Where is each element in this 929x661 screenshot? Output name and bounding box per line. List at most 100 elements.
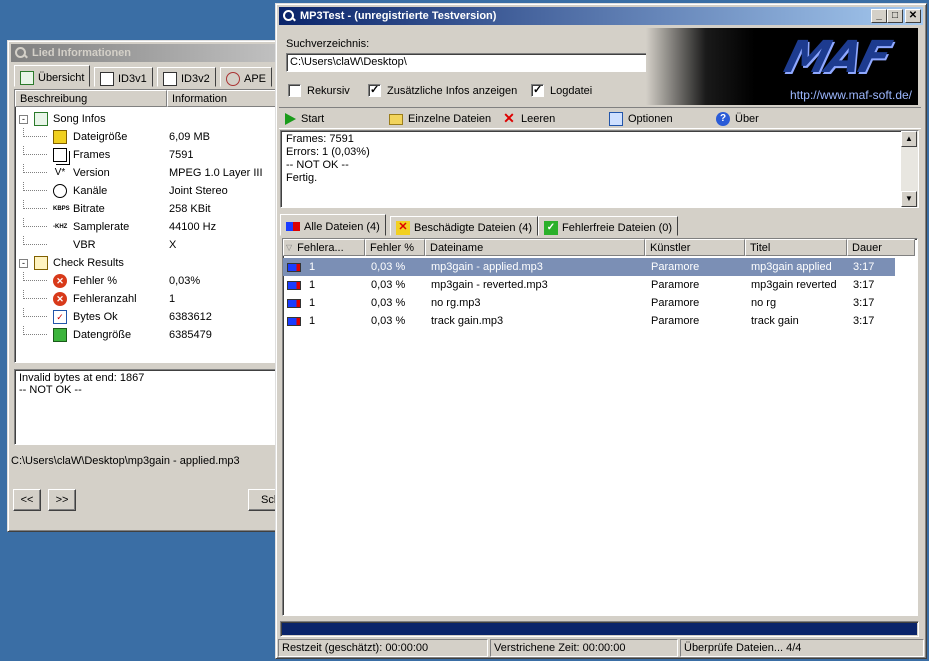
- tree-leaf[interactable]: Frames 7591: [19, 146, 277, 164]
- tab-id3v1[interactable]: ID3v1: [94, 67, 153, 87]
- column-fehler-prozent[interactable]: Fehler %: [365, 239, 425, 256]
- main-toolbar: Start Einzelne Dateien ✕ Leeren Optionen…: [279, 107, 921, 129]
- song-info-tree[interactable]: Beschreibung Information - Song Infos Da…: [14, 89, 278, 363]
- tree-leaf-value: MPEG 1.0 Layer III: [169, 167, 263, 179]
- tab-ape[interactable]: APE: [220, 67, 273, 87]
- close-window-button[interactable]: ✕: [905, 9, 921, 23]
- tree-node-check-results[interactable]: - Check Results: [19, 254, 277, 272]
- tree-connector: [23, 182, 47, 191]
- kbps-icon: KBPS: [53, 206, 70, 212]
- tree-node-song-infos[interactable]: - Song Infos: [19, 110, 277, 128]
- maf-url-link[interactable]: http://www.maf-soft.de/: [790, 88, 912, 102]
- column-fehleranzahl[interactable]: ▽ Fehlera...: [283, 239, 365, 256]
- next-button[interactable]: >>: [48, 489, 76, 511]
- file-rows: 1 0,03 % mp3gain - applied.mp3 Paramore mp3g…: [283, 258, 895, 330]
- ueber-button[interactable]: ? Über: [716, 108, 759, 130]
- column-kuenstler[interactable]: Künstler: [645, 239, 745, 256]
- minimize-button[interactable]: _: [871, 9, 887, 23]
- khz-icon: -KHZ: [53, 224, 68, 230]
- output-line: -- NOT OK --: [286, 159, 349, 171]
- tree-leaf[interactable]: Dateigröße 6,09 MB: [19, 128, 277, 146]
- tab-beschaedigte-dateien[interactable]: ✕ Beschädigte Dateien (4): [390, 216, 539, 236]
- magnifier-icon: [282, 9, 296, 23]
- logdatei-checkbox[interactable]: [531, 83, 544, 97]
- table-row[interactable]: 1 0,03 % track gain.mp3 Paramore track gain 3…: [283, 312, 895, 330]
- tree-leaf[interactable]: KBPS Bitrate 258 KBit: [19, 200, 277, 218]
- option-rekursiv[interactable]: Rekursiv: [288, 84, 350, 97]
- cell-file: no rg.mp3: [431, 297, 481, 309]
- column-dauer[interactable]: Dauer: [847, 239, 915, 256]
- tree-connector: [23, 236, 47, 245]
- cell-artist: Paramore: [651, 279, 700, 291]
- tree-leaf-value: Joint Stereo: [169, 185, 228, 197]
- option-zusaetzliche-infos[interactable]: Zusätzliche Infos anzeigen: [368, 83, 517, 97]
- column-dateiname[interactable]: Dateiname: [425, 239, 645, 256]
- clipboard-icon: [34, 256, 48, 270]
- maf-logo-banner[interactable]: MAF http://www.maf-soft.de/: [646, 28, 918, 105]
- collapse-icon[interactable]: -: [19, 258, 28, 268]
- tree-leaf[interactable]: Kanäle Joint Stereo: [19, 182, 277, 200]
- log-line: Invalid bytes at end: 1867: [19, 372, 145, 384]
- file-list[interactable]: ▽ Fehlera... Fehler % Dateiname Künstler…: [282, 238, 918, 616]
- tree-leaf[interactable]: V* Version MPEG 1.0 Layer III: [19, 164, 277, 182]
- zusaetzliche-infos-checkbox[interactable]: [368, 83, 381, 97]
- clear-x-icon: ✕: [503, 110, 515, 126]
- tree-leaf[interactable]: ✕ Fehler % 0,03%: [19, 272, 277, 290]
- column-titel[interactable]: Titel: [745, 239, 847, 256]
- version-icon: V*: [54, 167, 66, 178]
- list-green-icon: [34, 112, 48, 126]
- collapse-icon[interactable]: -: [19, 114, 28, 124]
- cell-errors: 1: [309, 279, 316, 291]
- optionen-button[interactable]: Optionen: [609, 108, 673, 130]
- tab-id3v2[interactable]: ID3v2: [157, 67, 216, 87]
- tree-leaf[interactable]: Datengröße 6385479: [19, 326, 277, 344]
- cell-errors: 1: [309, 261, 316, 273]
- tree-connector: [23, 326, 47, 335]
- cell-title: track gain: [751, 315, 799, 327]
- suchverzeichnis-label: Suchverzeichnis:: [286, 38, 370, 50]
- tree-leaf-value: 44100 Hz: [169, 221, 217, 233]
- tree-leaf[interactable]: ✕ Fehleranzahl 1: [19, 290, 277, 308]
- tab-uebersicht[interactable]: Übersicht: [14, 65, 91, 87]
- prev-button[interactable]: <<: [13, 489, 41, 511]
- table-row[interactable]: 1 0,03 % mp3gain - reverted.mp3 Paramore mp3…: [283, 276, 895, 294]
- tree-leaf[interactable]: ✓ Bytes Ok 6383612: [19, 308, 277, 326]
- scroll-up-icon[interactable]: ▲: [901, 131, 917, 147]
- table-row[interactable]: 1 0,03 % mp3gain - applied.mp3 Paramore mp3g…: [283, 258, 895, 276]
- lied-tab-strip: Übersicht ID3v1 ID3v2 APE: [14, 65, 284, 89]
- cell-duration: 3:17: [853, 279, 875, 291]
- error-icon: ✕: [53, 292, 67, 306]
- rekursiv-checkbox[interactable]: [288, 84, 301, 97]
- start-button[interactable]: Start: [285, 108, 324, 130]
- tree-leaf-value: 6383612: [169, 311, 212, 323]
- main-title-bar[interactable]: MP3Test - (unregistrierte Testversion) _…: [279, 7, 923, 25]
- leeren-button[interactable]: ✕ Leeren: [502, 108, 555, 130]
- cell-duration: 3:17: [853, 315, 875, 327]
- output-scrollbar[interactable]: ▲ ▼: [901, 131, 918, 207]
- tree-leaf[interactable]: VBR X: [19, 236, 277, 254]
- output-text[interactable]: Frames: 7591 Errors: 1 (0,03%) -- NOT OK…: [280, 130, 919, 208]
- tree-leaf-label: Dateigröße: [73, 131, 128, 143]
- status-verstrichene-zeit: Verstrichene Zeit: 00:00:00: [490, 639, 678, 657]
- tab-fehlerfreie-dateien[interactable]: ✓ Fehlerfreie Dateien (0): [538, 216, 679, 236]
- lied-title-bar[interactable]: Lied Informationen: [11, 44, 275, 62]
- channels-icon: [53, 184, 67, 198]
- einzelne-dateien-button[interactable]: Einzelne Dateien: [389, 108, 491, 130]
- tree-leaf-label: Frames: [73, 149, 111, 161]
- lied-log-text[interactable]: Invalid bytes at end: 1867 -- NOT OK --: [14, 369, 278, 445]
- column-beschreibung[interactable]: Beschreibung: [15, 90, 167, 107]
- tree-leaf[interactable]: -KHZ Samplerate 44100 Hz: [19, 218, 277, 236]
- table-row[interactable]: 1 0,03 % no rg.mp3 Paramore no rg 3:17: [283, 294, 895, 312]
- scroll-down-icon[interactable]: ▼: [901, 191, 917, 207]
- maximize-button[interactable]: □: [887, 9, 903, 23]
- cell-errors: 1: [309, 297, 316, 309]
- flag-red-blue-icon: [287, 263, 301, 272]
- cube-green-icon: [53, 328, 67, 342]
- tree-connector: [23, 272, 47, 281]
- column-information[interactable]: Information: [167, 90, 277, 107]
- tab-alle-dateien[interactable]: Alle Dateien (4): [280, 214, 386, 236]
- output-line: Fertig.: [286, 172, 318, 184]
- tree-leaf-value: 6385479: [169, 329, 212, 341]
- checklist-icon: ✓: [53, 310, 67, 324]
- option-logdatei[interactable]: Logdatei: [531, 83, 592, 97]
